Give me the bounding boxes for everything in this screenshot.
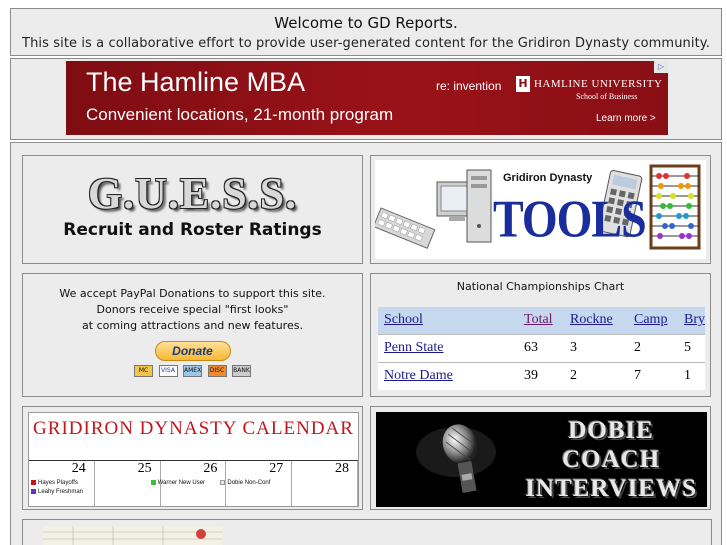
school-link[interactable]: Penn State [378, 333, 518, 362]
column-header-school[interactable]: School [378, 307, 518, 334]
main-content: G.U.E.S.S. Recruit and Roster Ratings Gr… [10, 142, 722, 545]
table-cell: 63 [518, 333, 564, 362]
event-swatch-icon [31, 480, 36, 485]
ad-tagline: Convenient locations, 21-month program [86, 105, 394, 124]
school-link[interactable]: Notre Dame [378, 361, 518, 390]
championships-panel: National Championships Chart School Tota… [370, 273, 711, 397]
table-cell: 5 [678, 333, 705, 362]
hamline-logo-icon: H [516, 76, 530, 92]
column-header-rockne[interactable]: Rockne [564, 307, 628, 334]
tools-word: TOOLS [493, 189, 647, 248]
table-cell: 2 [628, 333, 678, 362]
hamline-mba-ad[interactable]: ▷ The Hamline MBA Convenient locations, … [66, 61, 668, 135]
table-cell: 39 [518, 361, 564, 390]
donate-line-2: Donors receive special "first looks" [96, 303, 289, 316]
column-header-camp[interactable]: Camp [628, 307, 678, 334]
day-number: 26 [203, 461, 218, 476]
dobie-line-1: DOBIE [568, 417, 654, 444]
dobie-text: DOBIE COACH INTERVIEWS [525, 416, 697, 503]
map-thumbnail-icon [43, 526, 223, 545]
table-cell: 7 [628, 361, 678, 390]
donate-line-1: We accept PayPal Donations to support th… [59, 287, 326, 300]
dobie-banner: DOBIE COACH INTERVIEWS [376, 412, 707, 507]
day-number: 28 [334, 461, 349, 476]
dobie-interviews-link[interactable]: DOBIE COACH INTERVIEWS [370, 406, 711, 510]
table-row: Penn State 63 3 2 5 [378, 333, 705, 362]
table-cell: 1 [678, 361, 705, 390]
column-header-total[interactable]: Total [518, 307, 564, 334]
calendar-event: Warner New User [150, 480, 205, 486]
adchoices-icon[interactable]: ▷ [654, 61, 668, 73]
table-header-row: School Total Rockne Camp Bryant [378, 307, 705, 334]
guess-ratings-link[interactable]: G.U.E.S.S. Recruit and Roster Ratings [22, 155, 363, 264]
visa-icon: VISA [158, 365, 178, 377]
table-cell: 2 [564, 361, 628, 390]
day-number: 24 [71, 461, 86, 476]
day-number: 25 [137, 461, 152, 476]
welcome-subtitle: This site is a collaborative effort to p… [22, 36, 710, 51]
donation-panel: We accept PayPal Donations to support th… [22, 273, 363, 397]
payment-cards: MC VISA AMEX DISC BANK [23, 364, 362, 377]
championships-title: National Championships Chart [456, 280, 625, 293]
ad-container: ▷ The Hamline MBA Convenient locations, … [10, 58, 722, 140]
event-swatch-icon [150, 480, 156, 485]
discover-icon: DISC [207, 365, 227, 377]
ad-headline: The Hamline MBA [86, 67, 306, 97]
paypal-donate-button[interactable]: Donate [154, 341, 231, 361]
guess-subtitle: Recruit and Roster Ratings [63, 220, 322, 240]
calendar-day: 27 Dobie Non-Conf [220, 461, 293, 506]
calendar-day: 28 [292, 461, 358, 506]
calendar-banner: GRIDIRON DYNASTY CALENDAR 24 Hayes Playo… [28, 412, 359, 507]
bottom-panel [22, 519, 712, 545]
welcome-title: Welcome to GD Reports. [274, 14, 458, 32]
calendar-event: Dobie Non-Conf [220, 480, 270, 486]
calendar-event: Leahy Freshman [31, 489, 83, 495]
mastercard-icon: MC [134, 365, 153, 377]
ad-university: HAMLINE UNIVERSITY [534, 78, 663, 90]
event-swatch-icon [220, 480, 226, 485]
ad-reinvention: re: invention [436, 79, 502, 93]
event-swatch-icon [31, 489, 36, 494]
gd-calendar-link[interactable]: GRIDIRON DYNASTY CALENDAR 24 Hayes Playo… [22, 406, 363, 510]
bank-icon: BANK [232, 365, 251, 377]
championships-table: School Total Rockne Camp Bryant Penn Sta… [378, 307, 705, 390]
day-number: 27 [269, 461, 284, 476]
column-header-bryant[interactable]: Bryant [678, 307, 705, 334]
welcome-banner: Welcome to GD Reports. This site is a co… [10, 8, 722, 56]
donate-line-3: at coming attractions and new features. [82, 319, 303, 332]
ad-learn-more-link[interactable]: Learn more > [596, 113, 656, 124]
calendar-event: Hayes Playoffs [31, 480, 78, 486]
table-cell: 3 [564, 333, 628, 362]
dobie-line-3: INTERVIEWS [525, 475, 697, 502]
microphone-icon [416, 424, 496, 493]
amex-icon: AMEX [183, 365, 202, 377]
calendar-days: 24 Hayes Playoffs Leahy Freshman 25 26 W… [29, 460, 358, 506]
table-row: Notre Dame 39 2 7 1 [378, 361, 705, 390]
ad-school: School of Business [576, 92, 638, 101]
calendar-day: 26 Warner New User [150, 461, 227, 506]
dobie-line-2: COACH [562, 446, 661, 473]
calendar-day: 24 Hayes Playoffs Leahy Freshman [29, 461, 95, 506]
guess-title: G.U.E.S.S. [87, 169, 298, 218]
calendar-title: GRIDIRON DYNASTY CALENDAR [33, 418, 354, 439]
tools-banner: Gridiron Dynasty TOOLS [375, 160, 706, 259]
gd-tools-link[interactable]: Gridiron Dynasty TOOLS [370, 155, 711, 264]
tools-brand: Gridiron Dynasty [503, 172, 593, 184]
